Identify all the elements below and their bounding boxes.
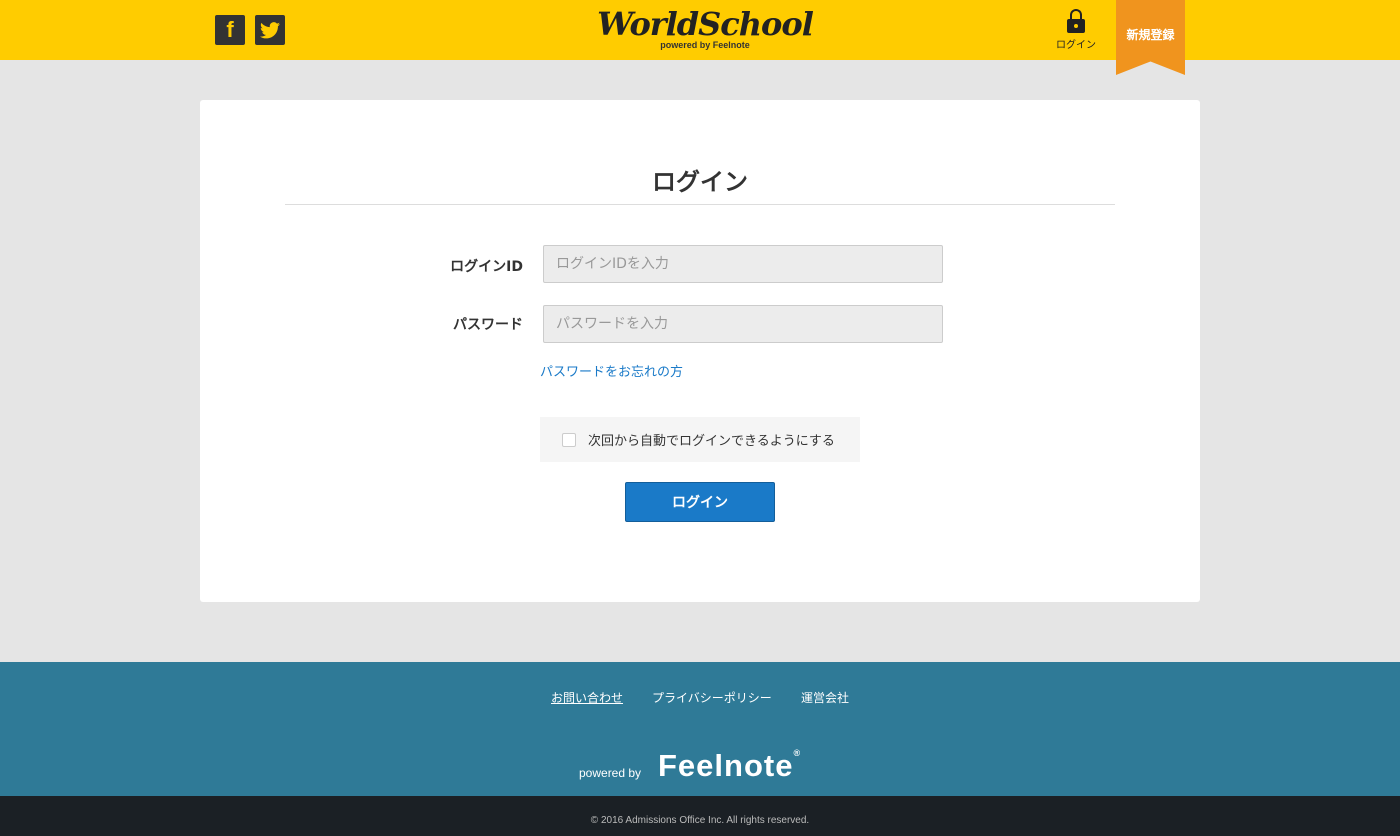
footer-link-contact[interactable]: お問い合わせ	[551, 689, 623, 706]
header-login-label: ログイン	[1056, 40, 1096, 51]
site-logo[interactable]: WorldSchool powered by Feelnote	[595, 4, 815, 50]
powered-by-text: powered by	[579, 766, 642, 780]
site-header: f WorldSchool powered by Feelnote ログイン 新…	[0, 0, 1400, 75]
logo-wordmark: WorldSchool	[597, 5, 814, 43]
login-card: ログイン ログインID パスワード パスワードをお忘れの方 次回から自動でログイ…	[200, 100, 1200, 602]
login-id-label: ログインID	[450, 259, 523, 275]
header-login-link[interactable]: ログイン	[1050, 8, 1102, 51]
feelnote-logo[interactable]: Feelnote®	[658, 748, 801, 784]
lock-icon	[1066, 8, 1086, 34]
register-label: 新規登録	[1126, 28, 1175, 42]
title-divider	[285, 204, 1115, 205]
feelnote-wordmark: Feelnote	[658, 748, 794, 783]
password-input[interactable]	[543, 305, 943, 343]
copyright-text: © 2016 Admissions Office Inc. All rights…	[590, 815, 810, 826]
login-id-input[interactable]	[543, 245, 943, 283]
remember-me-label: 次回から自動でログインできるようにする	[588, 434, 835, 449]
facebook-icon[interactable]: f	[215, 15, 245, 45]
remember-me-row[interactable]: 次回から自動でログインできるようにする	[540, 417, 860, 462]
password-label: パスワード	[453, 317, 523, 333]
twitter-icon[interactable]	[255, 15, 285, 45]
registered-mark: ®	[793, 748, 802, 758]
login-submit-button[interactable]: ログイン	[625, 482, 775, 522]
page-title: ログイン	[652, 168, 748, 196]
register-ribbon-button[interactable]: 新規登録	[1116, 0, 1185, 75]
site-footer: お問い合わせ プライバシーポリシー 運営会社 powered by Feelno…	[0, 662, 1400, 796]
remember-me-checkbox[interactable]	[562, 432, 576, 447]
copyright-bar: © 2016 Admissions Office Inc. All rights…	[0, 796, 1400, 836]
footer-link-company[interactable]: 運営会社	[801, 689, 849, 706]
footer-link-privacy[interactable]: プライバシーポリシー	[652, 689, 772, 706]
forgot-password-link[interactable]: パスワードをお忘れの方	[540, 361, 683, 380]
twitter-bird-shape	[260, 21, 280, 38]
